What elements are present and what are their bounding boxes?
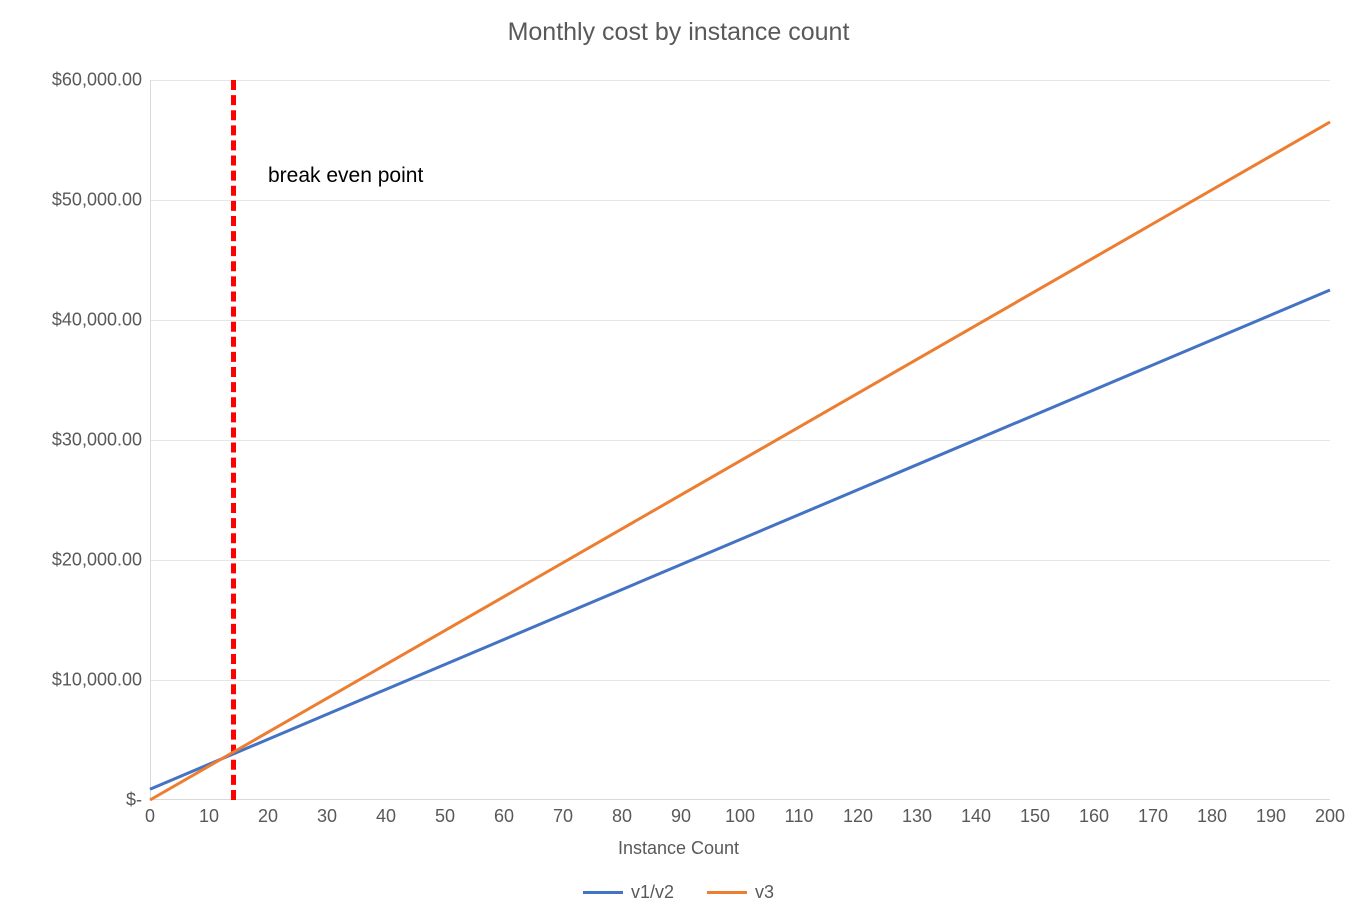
x-tick-label: 150 xyxy=(1020,806,1050,827)
x-axis-title: Instance Count xyxy=(0,838,1357,859)
series-v1v2 xyxy=(150,290,1330,789)
x-tick-label: 110 xyxy=(785,806,814,827)
legend-item-v3: v3 xyxy=(707,882,774,903)
x-tick-label: 20 xyxy=(258,806,278,827)
x-tick-label: 180 xyxy=(1197,806,1227,827)
x-tick-label: 40 xyxy=(376,806,396,827)
legend-label-v1v2: v1/v2 xyxy=(631,882,674,903)
y-tick-label: $20,000.00 xyxy=(22,550,142,571)
x-tick-label: 120 xyxy=(843,806,873,827)
legend: v1/v2 v3 xyxy=(0,878,1357,903)
chart-container: Monthly cost by instance count break eve… xyxy=(0,0,1357,915)
legend-item-v1v2: v1/v2 xyxy=(583,882,674,903)
x-tick-label: 10 xyxy=(199,806,219,827)
x-tick-label: 80 xyxy=(612,806,632,827)
x-tick-label: 160 xyxy=(1079,806,1109,827)
x-tick-label: 30 xyxy=(317,806,337,827)
chart-title: Monthly cost by instance count xyxy=(0,0,1357,47)
x-tick-label: 170 xyxy=(1138,806,1168,827)
x-tick-label: 100 xyxy=(725,806,755,827)
x-tick-label: 70 xyxy=(553,806,573,827)
x-tick-label: 60 xyxy=(494,806,514,827)
x-tick-label: 50 xyxy=(435,806,455,827)
x-tick-label: 140 xyxy=(961,806,991,827)
x-tick-label: 0 xyxy=(145,806,155,827)
y-tick-label: $40,000.00 xyxy=(22,310,142,331)
y-tick-label: $50,000.00 xyxy=(22,190,142,211)
y-tick-label: $30,000.00 xyxy=(22,430,142,451)
legend-swatch-v3 xyxy=(707,891,747,894)
y-tick-label: $60,000.00 xyxy=(22,70,142,91)
y-tick-label: $10,000.00 xyxy=(22,670,142,691)
x-tick-label: 130 xyxy=(902,806,932,827)
y-tick-label: $- xyxy=(22,790,142,811)
x-tick-label: 200 xyxy=(1315,806,1345,827)
series-v3 xyxy=(150,122,1330,800)
legend-swatch-v1v2 xyxy=(583,891,623,894)
x-tick-label: 190 xyxy=(1256,806,1286,827)
legend-label-v3: v3 xyxy=(755,882,774,903)
x-tick-label: 90 xyxy=(671,806,691,827)
series-layer xyxy=(150,80,1330,800)
